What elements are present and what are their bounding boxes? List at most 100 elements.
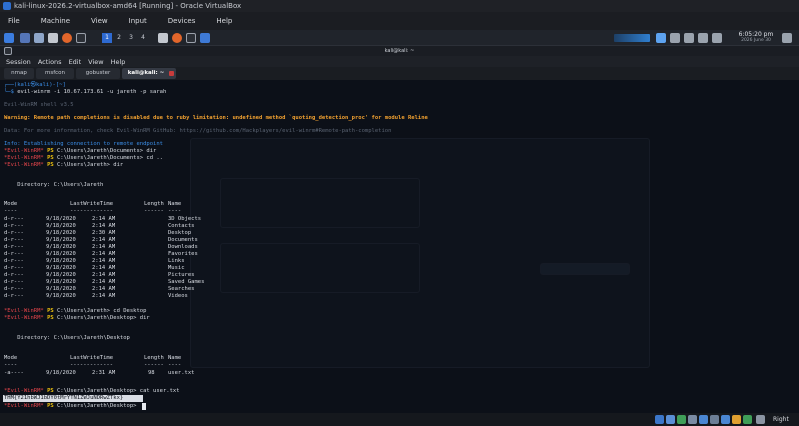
menu-actions[interactable]: Actions [38, 58, 62, 66]
keyboard-icon[interactable] [756, 415, 765, 424]
ps-keyword: PS [47, 148, 54, 154]
kali-menu-icon[interactable] [4, 33, 14, 43]
prompt-line-2: └─$ evil-winrm -i 10.67.173.61 -u jareth… [4, 89, 166, 96]
row-time: 2:14 AM [92, 237, 116, 243]
mouse-integration-icon[interactable] [743, 415, 752, 424]
tab-gobuster[interactable]: gobuster [76, 68, 120, 79]
ps-path: C:\Users\Jareth\Documents> [57, 148, 144, 154]
optical-drive-icon[interactable] [666, 415, 675, 424]
power-icon[interactable] [712, 33, 722, 43]
close-tab-icon[interactable] [169, 71, 174, 76]
ps-line-5: *Evil-WinRM* PS C:\Users\Jareth\Desktop>… [4, 315, 150, 322]
row-date: 9/18/2020 [46, 237, 76, 243]
workspace-2[interactable]: 2 [114, 33, 124, 43]
row-time: 2:14 AM [92, 251, 116, 257]
directory-header-2: Directory: C:\Users\Jareth\Desktop [4, 335, 130, 341]
menu-input[interactable]: Input [127, 17, 149, 25]
battery-icon[interactable] [698, 33, 708, 43]
ps-command: dir [113, 162, 124, 168]
row-name: Pictures [168, 272, 195, 278]
ps-keyword: PS [47, 162, 54, 168]
col-name-underline: ---- [168, 362, 182, 368]
ps-command: dir [139, 315, 150, 321]
volume-icon[interactable] [684, 33, 694, 43]
workspace-1[interactable]: 1 [102, 33, 112, 43]
menu-terminal-help[interactable]: Help [111, 58, 126, 66]
row-mode: d-r--- [4, 244, 24, 250]
row-mode: d-r--- [4, 293, 24, 299]
recording-icon[interactable] [721, 415, 730, 424]
terminal-title: kali@kali: ~ [384, 48, 415, 54]
ps-command: cd .. [146, 155, 163, 161]
prompt-prefix: └─$ [4, 89, 18, 95]
ps-keyword: PS [47, 308, 54, 314]
window-title: kali-linux-2026.2-virtualbox-amd64 [Runn… [14, 2, 242, 10]
flag-output[interactable]: THM{Y21hbWJ1bDY0tMrYTN1ZWJuNDRwZTkx} [4, 395, 123, 402]
files-icon[interactable] [34, 33, 44, 43]
ps-line-1: *Evil-WinRM* PS C:\Users\Jareth\Document… [4, 148, 156, 155]
firefox-window-icon[interactable] [172, 33, 182, 43]
row-mode: d-r--- [4, 251, 24, 257]
menu-devices[interactable]: Devices [166, 17, 198, 25]
workspace-4[interactable]: 4 [138, 33, 148, 43]
terminal-tabs: nmap msfcon gobuster kali@kali: ~ [0, 67, 799, 80]
row-name: user.txt [168, 370, 195, 376]
shared-folders-icon[interactable] [699, 415, 708, 424]
col-lastwritetime-underline: ------------- [70, 362, 114, 368]
col-lastwritetime-underline: ------------- [70, 208, 114, 214]
row-name: Searches [168, 286, 195, 292]
row-time: 2:14 AM [92, 244, 116, 250]
row-name: Documents [168, 237, 198, 243]
menu-help[interactable]: Help [214, 17, 234, 25]
display-icon[interactable] [710, 415, 719, 424]
row-time: 2:30 AM [92, 230, 116, 236]
network-adapter-icon[interactable] [677, 415, 686, 424]
vbox-title-bar: kali-linux-2026.2-virtualbox-amd64 [Runn… [0, 0, 799, 12]
cpu-graph-icon [614, 34, 650, 42]
workspace-3[interactable]: 3 [126, 33, 136, 43]
tab-kali[interactable]: kali@kali: ~ [122, 68, 176, 79]
row-name: Videos [168, 293, 188, 299]
ps-path: C:\Users\Jareth\Documents> [57, 155, 144, 161]
row-mode: d-r--- [4, 216, 24, 222]
files-window-icon[interactable] [200, 33, 210, 43]
text-editor-icon[interactable] [48, 33, 58, 43]
ps-label: *Evil-WinRM* [4, 162, 44, 168]
menu-view[interactable]: View [89, 17, 110, 25]
ps-line-4: *Evil-WinRM* PS C:\Users\Jareth> cd Desk… [4, 308, 146, 315]
menu-machine[interactable]: Machine [39, 17, 72, 25]
banner-line: Evil-WinRM shell v3.5 [4, 102, 74, 108]
show-desktop-icon[interactable] [20, 33, 30, 43]
usb-icon[interactable] [688, 415, 697, 424]
background-reflection [190, 138, 650, 368]
ps-path: C:\Users\Jareth\Desktop> [57, 403, 137, 409]
user-menu-icon[interactable] [782, 33, 792, 43]
command-text: evil-winrm -i 10.67.173.61 -u jareth -p … [17, 89, 167, 95]
clock-time[interactable]: 6:05:20 pm [734, 31, 778, 38]
tab-label: msfcon [44, 70, 66, 76]
menu-file[interactable]: File [6, 17, 22, 25]
menu-edit[interactable]: Edit [69, 58, 82, 66]
menu-terminal-view[interactable]: View [88, 58, 103, 66]
host-key-label: Right Ctrl [773, 416, 789, 423]
firefox-icon[interactable] [62, 33, 72, 43]
app-window-icon[interactable] [158, 33, 168, 43]
row-date: 9/18/2020 [46, 293, 76, 299]
row-time: 2:14 AM [92, 223, 116, 229]
tab-nmap[interactable]: nmap [4, 68, 34, 79]
cpu-icon[interactable] [732, 415, 741, 424]
col-name-header: Name [168, 355, 182, 361]
tab-label: kali@kali: ~ [127, 70, 165, 76]
terminal-window-icon[interactable] [186, 33, 196, 43]
row-date: 9/18/2020 [46, 272, 76, 278]
network-icon[interactable] [656, 33, 666, 43]
tab-msfcon[interactable]: msfcon [36, 68, 74, 79]
hard-disk-icon[interactable] [655, 415, 664, 424]
notifications-icon[interactable] [670, 33, 680, 43]
terminal-icon[interactable] [76, 33, 86, 43]
row-mode: d-r--- [4, 230, 24, 236]
ps-line-3: *Evil-WinRM* PS C:\Users\Jareth> dir [4, 162, 123, 169]
row-length: 98 [148, 370, 155, 376]
terminal-output[interactable]: ┌──(kali㉿kali)-[~] └─$ evil-winrm -i 10.… [0, 80, 799, 413]
menu-session[interactable]: Session [6, 58, 31, 66]
